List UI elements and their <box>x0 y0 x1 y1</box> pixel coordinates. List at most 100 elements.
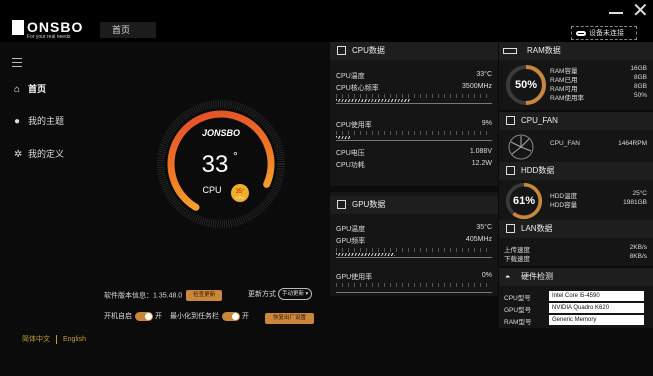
hdd-row: HDD容量 1981GB <box>550 199 647 209</box>
user-icon: ● <box>14 116 21 127</box>
ram-row-value: 16GB <box>630 65 647 72</box>
sidebar-item-label: 我的定义 <box>28 149 65 159</box>
lan-panel: LAN数据 上传速度 2KB/s 下载速度 8KB/s <box>499 220 653 266</box>
ram-icon <box>503 48 517 54</box>
ram-panel-title: RAM数据 <box>527 46 561 55</box>
gpu-freq-row: GPU频率 405MHz <box>336 236 492 246</box>
cpu-usage-value: 9% <box>481 120 492 127</box>
sidebar: ⌂ 首页 ● 我的主题 ✲ 我的定义 简体中文 English <box>0 42 96 376</box>
hw-row-label: GPU型号 <box>504 307 532 314</box>
fan-blade-icon <box>508 134 534 160</box>
gpu-usage-label: GPU使用率 <box>336 274 373 281</box>
gauge-temp-value: 33 <box>202 151 229 178</box>
ram-row-value: 8GB <box>633 83 647 90</box>
check-update-button[interactable]: 检查更新 <box>186 290 223 301</box>
link-icon <box>576 30 586 36</box>
lang-zh-link[interactable]: 简体中文 <box>22 336 50 343</box>
main-dashboard: JONSBO 33 ° CPU 35° CPU 软件版本信息：1.35.48.0… <box>96 42 330 376</box>
cpu-voltage-label: CPU电压 <box>336 150 365 157</box>
cpu-voltage-value: 1.088V <box>469 148 492 155</box>
menu-icon[interactable] <box>12 58 22 70</box>
autostart-toggle[interactable] <box>135 311 153 321</box>
hdd-panel-header: HDD数据 <box>499 162 653 180</box>
minimize-label: 最小化到任务栏 <box>169 313 219 320</box>
cpu-freq-bar <box>336 97 492 104</box>
gpu-panel-header: GPU数据 <box>330 196 498 214</box>
hdd-icon <box>506 166 515 175</box>
device-status-label: 设备未连接 <box>589 30 624 37</box>
minimize-icon[interactable] <box>609 12 623 14</box>
logo-text: ONSBO <box>27 19 84 35</box>
gpu-icon <box>337 200 346 209</box>
startup-options: 开机自启开 最小化到任务栏开 <box>104 311 249 321</box>
gpu-panel-title: GPU数据 <box>352 200 386 209</box>
gauge-brand: JONSBO <box>202 128 240 138</box>
sidebar-item-home[interactable]: ⌂ 首页 <box>14 82 46 95</box>
sidebar-item-label: 首页 <box>28 84 47 94</box>
update-mode: 更新方式 手动更新 ▾ <box>248 288 313 300</box>
hw-row-label: CPU型号 <box>504 295 531 302</box>
cpu-temp-gauge: JONSBO 33 ° CPU 35° CPU <box>157 100 285 228</box>
gear-icon: ✲ <box>14 149 23 160</box>
gauge-badge-unit: CPU <box>236 196 244 200</box>
gauge-temp-unit: ° <box>233 149 238 163</box>
ram-row-label: RAM使用率 <box>550 95 584 102</box>
cpu-usage-row: CPU使用率 9% <box>336 120 492 130</box>
ram-row-value: 8GB <box>633 74 647 81</box>
app-window: ONSBO For your real needs 首页 ✕ 设备未连接 ⌂ 首页… <box>0 0 653 376</box>
lan-row: 下载速度 8KB/s <box>504 253 647 263</box>
gpu-freq-label: GPU频率 <box>336 238 366 245</box>
title-bar: ONSBO For your real needs 首页 ✕ 设备未连接 <box>0 0 653 42</box>
lan-row-label: 下载速度 <box>504 256 530 263</box>
cpu-temp-label: CPU温度 <box>336 73 365 80</box>
update-mode-value: 手动更新 <box>281 291 304 297</box>
fan-panel-title: CPU_FAN <box>521 116 558 125</box>
reset-button[interactable]: 恢复出厂设置 <box>265 313 315 325</box>
gpu-usage-bar <box>336 286 492 293</box>
lan-panel-header: LAN数据 <box>499 220 653 238</box>
home-icon: ⌂ <box>14 84 21 95</box>
update-mode-select[interactable]: 手动更新 ▾ <box>277 288 313 300</box>
gpu-usage-row: GPU使用率 0% <box>336 272 492 282</box>
ram-percent: 50% <box>514 79 538 91</box>
lan-row-value: 8KB/s <box>629 253 647 260</box>
close-icon[interactable]: ✕ <box>632 1 649 21</box>
cpu-icon <box>337 46 346 55</box>
hdd-row-value: 25°C <box>632 190 647 197</box>
cpu-freq-row: CPU核心频率 3500MHz <box>336 83 492 93</box>
chevron-down-icon: ▾ <box>305 291 309 297</box>
hw-panel: ◓ 硬件检测 CPU型号 Intel Core i5-4590 GPU型号 NVI… <box>499 268 653 328</box>
speedometer-icon: ◓ <box>505 272 511 282</box>
cpu-power-label: CPU功耗 <box>336 162 365 169</box>
fan-row: CPU_FAN 1464RPM <box>550 140 647 147</box>
fan-label: CPU_FAN <box>550 140 580 147</box>
cpu-temp-value: 33°C <box>476 71 492 78</box>
device-status-button[interactable]: 设备未连接 <box>571 26 637 40</box>
sidebar-item-custom[interactable]: ✲ 我的定义 <box>14 147 64 160</box>
gpu-temp-row: GPU温度 35°C <box>336 224 492 234</box>
tab-home[interactable]: 首页 <box>100 22 156 38</box>
gauge-label: CPU <box>202 185 221 195</box>
gpu-model-field: NVIDIA Quadro K620 <box>549 303 644 313</box>
cpu-usage-bar <box>336 134 492 141</box>
gpu-usage-value: 0% <box>481 272 492 279</box>
cpu-panel-title: CPU数据 <box>352 46 385 55</box>
gpu-freq-bar <box>336 251 492 258</box>
hdd-panel: HDD数据 61% HDD温度 25°C HDD容量 1981GB <box>499 162 653 220</box>
hw-panel-title: 硬件检测 <box>521 272 553 281</box>
update-mode-label: 更新方式 <box>248 290 276 298</box>
hdd-panel-title: HDD数据 <box>521 166 555 175</box>
hdd-row-value: 1981GB <box>623 199 647 206</box>
gpu-panel: GPU数据 GPU温度 35°C GPU频率 405MHz GPU使用率 0% <box>330 192 498 296</box>
gpu-temp-value: 35°C <box>476 224 492 231</box>
hw-row-label: RAM型号 <box>504 319 532 326</box>
version-info: 软件版本信息：1.35.48.0 检查更新 <box>104 290 223 301</box>
fan-panel: CPU_FAN CPU_FAN 1464RPM <box>499 112 653 162</box>
fan-value: 1464RPM <box>618 140 647 147</box>
lang-en-link[interactable]: English <box>63 336 86 343</box>
version-label: 软件版本信息：1.35.48.0 <box>104 292 183 300</box>
cpu-power-row: CPU功耗 12.2W <box>336 160 492 170</box>
minimize-toggle[interactable] <box>221 311 240 321</box>
minimize-state: 开 <box>241 313 249 320</box>
sidebar-item-themes[interactable]: ● 我的主题 <box>14 114 64 127</box>
